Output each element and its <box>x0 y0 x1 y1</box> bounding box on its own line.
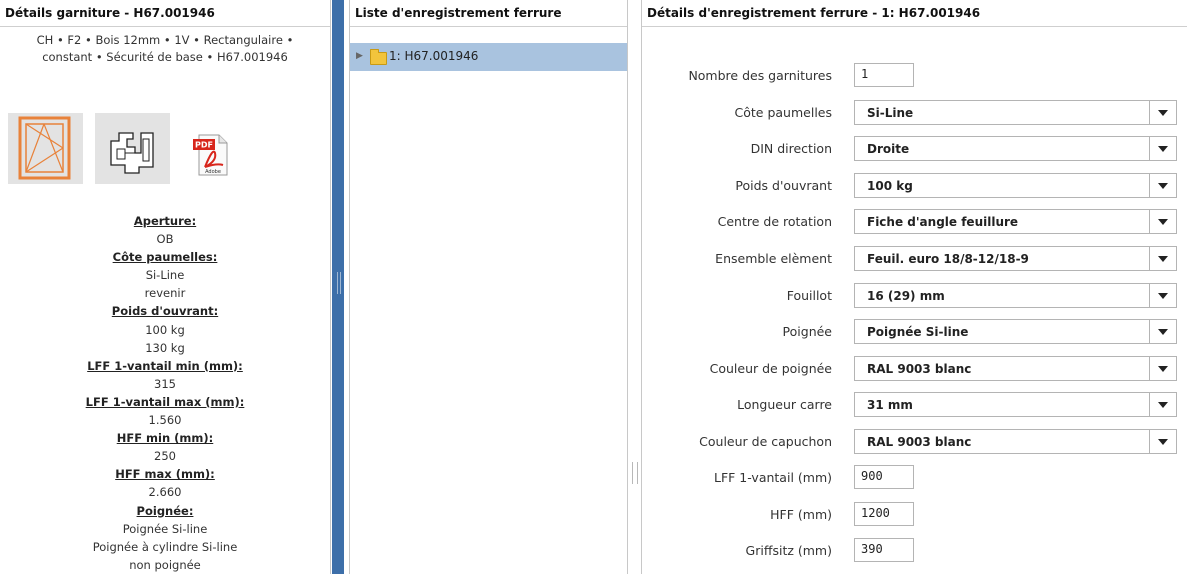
field-label: DIN direction <box>750 141 832 156</box>
panel-title: Détails garniture - H67.001946 <box>0 0 330 27</box>
select-value: 31 mm <box>867 398 913 412</box>
splitter-grip-icon[interactable] <box>632 462 638 484</box>
record-details-panel: Détails d'enregistrement ferrure - 1: H6… <box>641 0 1187 574</box>
hardware-details-panel: Détails garniture - H67.001946 CH • F2 •… <box>0 0 331 574</box>
property-value: 100 kg <box>145 322 185 337</box>
hardware-properties-list: Aperture: OB Côte paumelles: Si-Line revenir… <box>0 212 330 574</box>
field-label: Griffsitz (mm) <box>745 543 832 558</box>
field-label: Centre de rotation <box>717 214 832 229</box>
dropdown-arrow-icon[interactable] <box>1149 101 1176 124</box>
property-label: Poignée: <box>136 503 194 518</box>
property-value: 250 <box>154 449 176 464</box>
property-value: Si-Line <box>145 268 185 283</box>
field-label: Côte paumelles <box>734 105 832 120</box>
select-value: RAL 9003 blanc <box>867 435 972 449</box>
dropdown-arrow-icon[interactable] <box>1149 137 1176 160</box>
dropdown-arrow-icon[interactable] <box>1149 247 1176 270</box>
property-label: Poids d'ouvrant: <box>111 304 219 319</box>
field-label: HFF (mm) <box>770 507 832 522</box>
dropdown-arrow-icon[interactable] <box>1149 320 1176 343</box>
hardware-summary: CH • F2 • Bois 12mm • 1V • Rectangulaire… <box>36 33 294 64</box>
window-shape-thumbnail[interactable] <box>8 113 83 184</box>
dropdown-arrow-icon[interactable] <box>1149 393 1176 416</box>
field-label: Longueur carre <box>737 397 832 412</box>
dropdown-arrow-icon[interactable] <box>1149 284 1176 307</box>
select-value: 100 kg <box>867 179 913 193</box>
record-list-panel: Liste d'enregistrement ferrure ▶ 1: H67.… <box>349 0 628 574</box>
field-input[interactable]: 1200 <box>854 502 914 526</box>
panel-title: Détails d'enregistrement ferrure - 1: H6… <box>642 0 1187 27</box>
field-select[interactable]: Si-Line <box>854 100 1177 125</box>
field-label: Fouillot <box>786 288 832 303</box>
field-input[interactable]: 390 <box>854 538 914 562</box>
select-value: Poignée Si-line <box>867 325 969 339</box>
field-select[interactable]: RAL 9003 blanc <box>854 429 1177 454</box>
field-label: Poids d'ouvrant <box>735 178 832 193</box>
field-select[interactable]: 16 (29) mm <box>854 283 1177 308</box>
property-value: non poignée <box>129 557 201 572</box>
property-value: 315 <box>154 376 176 391</box>
property-label: HFF max (mm): <box>115 467 215 482</box>
property-label: LFF 1-vantail min (mm): <box>87 358 243 373</box>
property-value: Poignée à cylindre Si-line <box>92 539 238 554</box>
field-label: Nombre des garnitures <box>688 68 832 83</box>
field-select[interactable]: 100 kg <box>854 173 1177 198</box>
hardware-drawing-icon <box>110 132 154 174</box>
property-label: Côte paumelles: <box>112 250 218 265</box>
field-input[interactable]: 900 <box>854 465 914 489</box>
dropdown-arrow-icon[interactable] <box>1149 357 1176 380</box>
folder-icon <box>370 49 387 65</box>
select-value: Droite <box>867 142 910 156</box>
field-select[interactable]: Droite <box>854 136 1177 161</box>
field-label: Couleur de poignée <box>709 361 832 376</box>
property-value: Poignée Si-line <box>122 521 208 536</box>
pdf-download[interactable]: PDF Adobe <box>191 133 231 177</box>
field-label: LFF 1-vantail (mm) <box>713 470 832 485</box>
field-input[interactable]: 1 <box>854 63 914 87</box>
field-select[interactable]: RAL 9003 blanc <box>854 356 1177 381</box>
property-value: revenir <box>144 286 186 301</box>
property-label: Aperture: <box>133 214 197 228</box>
dropdown-arrow-icon[interactable] <box>1149 430 1176 453</box>
select-value: Feuil. euro 18/8-12/18-9 <box>867 252 1029 266</box>
select-value: 16 (29) mm <box>867 289 945 303</box>
dropdown-arrow-icon[interactable] <box>1149 210 1176 233</box>
field-select[interactable]: Fiche d'angle feuillure <box>854 209 1177 234</box>
expand-arrow-icon[interactable]: ▶ <box>356 51 363 61</box>
field-select[interactable]: Poignée Si-line <box>854 319 1177 344</box>
field-label: Ensemble elèment <box>715 251 832 266</box>
field-select[interactable]: Feuil. euro 18/8-12/18-9 <box>854 246 1177 271</box>
field-select[interactable]: 31 mm <box>854 392 1177 417</box>
splitter-grip-icon[interactable] <box>337 272 341 294</box>
pdf-brand-text: Adobe <box>205 169 221 175</box>
property-value: 2.660 <box>148 485 182 500</box>
property-label: LFF 1-vantail max (mm): <box>85 394 245 409</box>
panel-title: Liste d'enregistrement ferrure <box>350 0 627 27</box>
tree-item-label: 1: H67.001946 <box>389 49 479 63</box>
field-label: Poignée <box>782 324 832 339</box>
property-value: 1.560 <box>148 413 182 428</box>
property-value: OB <box>156 232 174 247</box>
window-frame-icon <box>18 116 71 180</box>
property-label: HFF min (mm): <box>116 431 214 446</box>
select-value: Si-Line <box>867 106 914 120</box>
dropdown-arrow-icon[interactable] <box>1149 174 1176 197</box>
select-value: Fiche d'angle feuillure <box>867 215 1019 229</box>
hardware-drawing-thumbnail[interactable] <box>95 113 170 184</box>
field-label: Couleur de capuchon <box>699 434 832 449</box>
pdf-badge-text: PDF <box>195 141 213 150</box>
select-value: RAL 9003 blanc <box>867 362 972 376</box>
panel-splitter[interactable] <box>332 0 344 574</box>
property-value: 130 kg <box>145 340 185 355</box>
pdf-icon: PDF Adobe <box>193 134 228 176</box>
tree-item-record[interactable]: ▶ 1: H67.001946 <box>350 43 627 71</box>
